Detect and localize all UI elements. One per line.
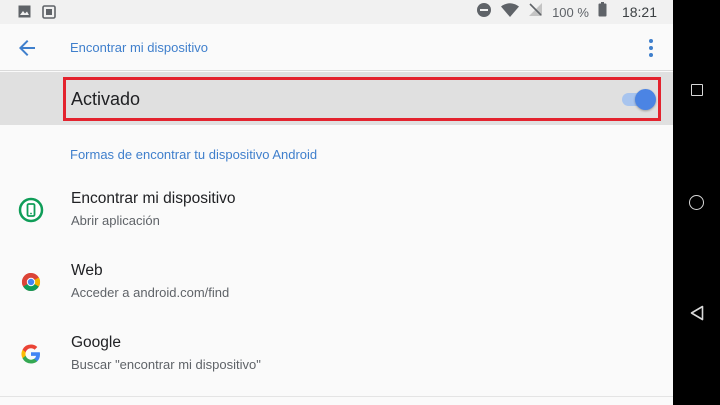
home-button[interactable] [689,195,704,210]
clock: 18:21 [621,4,657,20]
more-vert-icon[interactable] [643,36,659,60]
list-item-find-my-device[interactable]: Encontrar mi dispositivo Abrir aplicació… [0,176,673,246]
settings-screen: 100 % 18:21 Encontrar mi dispositivo Act… [0,0,673,405]
no-signal-icon [528,2,543,22]
google-icon [18,341,44,367]
do-not-disturb-icon [476,2,492,23]
highlight-box [63,77,661,121]
enable-toggle[interactable] [620,89,656,110]
screenshot-icon [42,5,56,24]
image-icon [18,5,31,24]
recents-button[interactable] [691,84,703,96]
app-bar: Encontrar mi dispositivo [0,24,673,71]
list-item-web[interactable]: Web Acceder a android.com/find [0,248,673,318]
item-title: Encontrar mi dispositivo [71,190,236,207]
master-switch-row[interactable]: Activado [0,72,673,125]
item-subtitle: Acceder a android.com/find [71,285,230,300]
wifi-icon [501,2,520,22]
navigation-bar [673,0,720,405]
divider [0,396,673,397]
master-switch-label: Activado [71,89,141,109]
item-title: Google [71,334,121,351]
list-item-google[interactable]: Google Buscar "encontrar mi dispositivo" [0,320,673,390]
item-subtitle: Abrir aplicación [71,213,160,228]
arrow-back-icon[interactable] [15,36,39,60]
chrome-icon [18,269,44,295]
back-button[interactable] [690,305,704,321]
find-my-device-icon [18,197,44,223]
item-title: Web [71,262,103,279]
battery-icon [598,2,607,22]
battery-percent: 100 % [552,4,589,20]
item-subtitle: Buscar "encontrar mi dispositivo" [71,357,261,372]
page-title: Encontrar mi dispositivo [70,40,208,55]
section-header: Formas de encontrar tu dispositivo Andro… [70,147,318,162]
status-bar: 100 % 18:21 [0,0,673,24]
toggle-thumb [635,89,656,110]
